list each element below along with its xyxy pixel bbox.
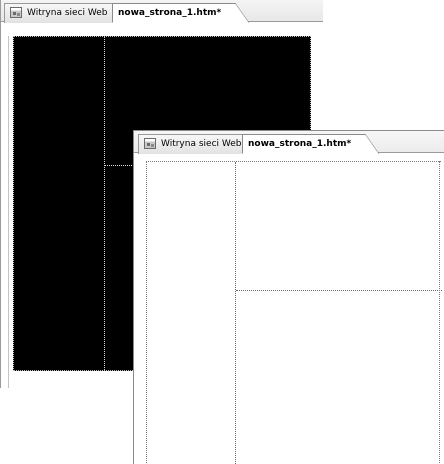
front-editor-window: Witryna sieci Web nowa_strona_1.htm* <box>133 130 444 464</box>
tab-new-page[interactable]: nowa_strona_1.htm* <box>242 134 380 154</box>
tab-website[interactable]: Witryna sieci Web <box>4 3 115 23</box>
document-tab-bar: Witryna sieci Web nowa_strona_1.htm* <box>1 0 323 23</box>
document-tab-bar: Witryna sieci Web nowa_strona_1.htm* <box>134 131 444 154</box>
frame-horizontal-divider[interactable] <box>236 290 442 291</box>
tab-new-page[interactable]: nowa_strona_1.htm* <box>112 3 250 23</box>
tab-new-page-label: nowa_strona_1.htm* <box>248 139 352 149</box>
screenshot-stage: Witryna sieci Web nowa_strona_1.htm* Wit… <box>0 0 444 464</box>
editor-left-edge <box>8 36 9 388</box>
website-icon <box>144 138 156 149</box>
frame-vertical-divider[interactable] <box>104 37 105 370</box>
tab-new-page-label: nowa_strona_1.htm* <box>118 8 222 18</box>
frameset-right-edge <box>439 161 440 464</box>
tab-website[interactable]: Witryna sieci Web <box>138 134 249 154</box>
website-icon <box>10 7 22 18</box>
tab-website-label: Witryna sieci Web <box>161 139 242 149</box>
frameset-design-view[interactable] <box>146 161 442 464</box>
tab-website-label: Witryna sieci Web <box>27 8 108 18</box>
frame-vertical-divider[interactable] <box>235 162 236 464</box>
